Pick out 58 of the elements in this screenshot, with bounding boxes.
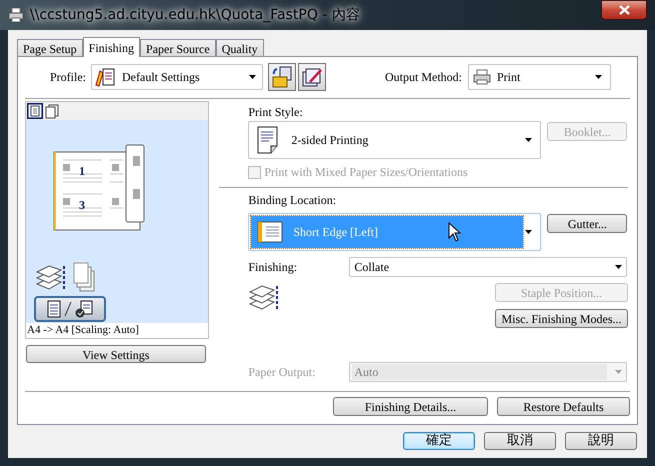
printer-icon bbox=[473, 69, 491, 85]
caret-icon bbox=[525, 138, 532, 142]
tab[interactable]: Finishing bbox=[82, 37, 140, 57]
folder-icon bbox=[271, 66, 293, 88]
caret-icon bbox=[249, 75, 256, 79]
gutter-button[interactable]: Gutter... bbox=[547, 214, 628, 233]
tab[interactable]: Quality bbox=[216, 39, 264, 56]
dropdown-value: Auto bbox=[352, 364, 608, 380]
field-label: Profile: bbox=[49, 69, 86, 86]
caret-icon bbox=[615, 265, 622, 269]
tab[interactable]: Page Setup bbox=[17, 39, 83, 56]
cancel-button[interactable]: 取消 bbox=[484, 432, 556, 450]
field-label: Binding Location: bbox=[248, 193, 338, 207]
window-title: \\ccstung5.ad.cityu.edu.hk\Quota_FastPQ - 內容 bbox=[30, 6, 360, 25]
profile-icon bbox=[94, 67, 116, 87]
dropdown-value: Short Edge [Left] bbox=[293, 224, 378, 241]
view-settings-button[interactable]: View Settings bbox=[26, 345, 206, 363]
close-button[interactable] bbox=[601, 0, 647, 20]
caret-icon bbox=[595, 75, 602, 79]
profile-dropdown[interactable]: Default Settings bbox=[91, 64, 263, 90]
dropdown-value: Collate bbox=[354, 259, 390, 276]
page-number: 3 bbox=[79, 198, 85, 212]
printer-icon bbox=[8, 8, 24, 22]
checkbox-label: Print with Mixed Paper Sizes/Orientations bbox=[264, 164, 468, 181]
field-label: Paper Output: bbox=[248, 364, 314, 381]
restore-defaults-button[interactable]: Restore Defaults bbox=[497, 397, 630, 416]
caret-icon bbox=[525, 230, 532, 234]
document-pen-icon bbox=[301, 66, 323, 88]
field-label: Finishing: bbox=[248, 259, 298, 276]
document-icon bbox=[47, 300, 61, 318]
print-style-dropdown[interactable]: 2-sided Printing bbox=[248, 121, 542, 159]
help-button[interactable]: 說明 bbox=[565, 432, 637, 450]
layout-toggle-button[interactable] bbox=[34, 296, 106, 322]
document-check-icon bbox=[75, 300, 93, 318]
output-method-dropdown[interactable]: Print bbox=[468, 64, 611, 90]
caret-icon bbox=[615, 370, 622, 374]
slash-icon bbox=[64, 301, 72, 317]
paper-stack-icon bbox=[73, 262, 95, 292]
page-number: 1 bbox=[79, 164, 85, 178]
dropdown-value: Print bbox=[497, 69, 520, 86]
dropdown-value: 2-sided Printing bbox=[291, 132, 368, 149]
profile-edit-button[interactable] bbox=[298, 63, 326, 91]
misc-finishing-modes-button[interactable]: Misc. Finishing Modes... bbox=[495, 309, 628, 328]
cursor-icon bbox=[448, 222, 462, 242]
tab[interactable]: Paper Source bbox=[140, 39, 216, 56]
field-label: Print Style: bbox=[248, 105, 304, 119]
profile-add-button[interactable] bbox=[268, 63, 296, 91]
page-icon bbox=[257, 221, 284, 243]
field-label: Output Method: bbox=[385, 69, 462, 86]
page-fold-icon bbox=[257, 126, 280, 154]
close-icon bbox=[618, 5, 630, 15]
stacked-pages-view-icon[interactable] bbox=[44, 103, 60, 119]
ok-button[interactable]: 確定 bbox=[403, 432, 475, 450]
finishing-dropdown[interactable]: Collate bbox=[349, 257, 628, 277]
single-page-view-icon[interactable] bbox=[27, 103, 43, 119]
dropdown-value: Default Settings bbox=[122, 69, 200, 86]
finishing-details-button[interactable]: Finishing Details... bbox=[333, 397, 488, 416]
preview-caption: A4 -> A4 [Scaling: Auto] bbox=[26, 323, 208, 338]
